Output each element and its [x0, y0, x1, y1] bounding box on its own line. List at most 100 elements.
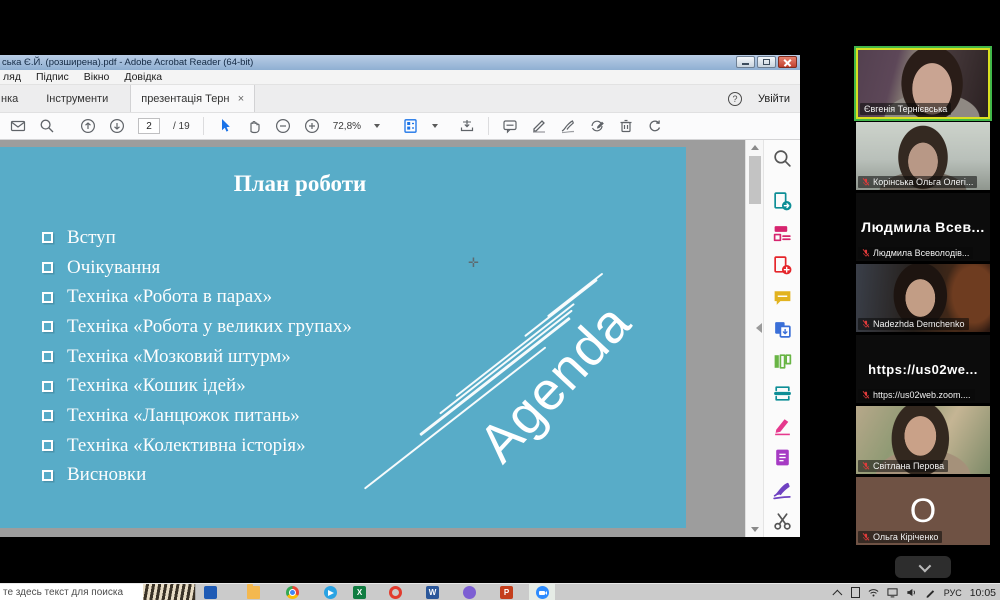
- wifi-icon[interactable]: [868, 587, 879, 598]
- word-icon[interactable]: W: [426, 586, 439, 599]
- scrollbar-thumb[interactable]: [749, 156, 761, 204]
- sign-in-button[interactable]: Увійти: [758, 93, 790, 105]
- meeting-screen: ська Є.Й. (розширена).pdf - Adobe Acroba…: [0, 0, 1000, 600]
- help-icon[interactable]: ?: [728, 92, 742, 106]
- list-item: Техніка «Колективна історія»: [42, 431, 352, 461]
- slide-bullet-list: Вступ Очікування Техніка «Робота в парах…: [42, 223, 352, 490]
- page-display-icon[interactable]: [403, 118, 419, 134]
- restore-button[interactable]: [757, 56, 776, 68]
- more-participants-button[interactable]: [895, 556, 951, 578]
- pen-icon[interactable]: [925, 587, 936, 598]
- zoom-dropdown-caret[interactable]: [374, 124, 380, 128]
- comment-icon[interactable]: [502, 118, 518, 134]
- page-number-input[interactable]: 2: [138, 118, 160, 134]
- export-pdf-icon[interactable]: [772, 191, 793, 212]
- refresh-icon[interactable]: [647, 118, 663, 134]
- participant-tile[interactable]: Людмила Всев... Людмила Всеволодів...: [856, 193, 990, 261]
- search-tools-icon[interactable]: [772, 148, 793, 169]
- square-bullet-icon: [42, 351, 53, 362]
- collapse-panel-icon[interactable]: [756, 323, 762, 333]
- close-button[interactable]: [778, 56, 797, 68]
- tab-home-partial[interactable]: нка: [0, 93, 24, 105]
- mic-muted-icon: [862, 319, 870, 329]
- stamp-icon[interactable]: [589, 118, 605, 134]
- email-icon[interactable]: [10, 118, 26, 134]
- next-page-icon[interactable]: [109, 118, 125, 134]
- search-highlight-image[interactable]: [143, 584, 196, 600]
- protect-icon[interactable]: [772, 447, 793, 468]
- page-display-caret[interactable]: [432, 124, 438, 128]
- list-item: Техніка «Робота в парах»: [42, 282, 352, 312]
- app-icon-blue[interactable]: [204, 586, 217, 599]
- comment-tool-icon[interactable]: [772, 287, 793, 308]
- mic-muted-icon: [862, 177, 870, 187]
- zoom-app-active[interactable]: [529, 584, 555, 600]
- list-item: Вступ: [42, 223, 352, 253]
- tab-tools[interactable]: Інструменти: [24, 93, 130, 105]
- menu-help[interactable]: Довідка: [124, 71, 162, 83]
- display-icon[interactable]: [887, 587, 898, 598]
- list-item: Висновки: [42, 461, 352, 491]
- viber-icon[interactable]: [463, 586, 476, 599]
- participant-tile-active-speaker[interactable]: Євгенія Тернієвська: [856, 48, 990, 119]
- tab-document[interactable]: презентація Терніє... ×: [130, 85, 255, 112]
- participant-tile[interactable]: Світлана Перова: [856, 406, 990, 474]
- participant-tile[interactable]: Nadezhda Demchenko: [856, 264, 990, 332]
- titlebar[interactable]: ська Є.Й. (розширена).pdf - Adobe Acroba…: [0, 55, 800, 70]
- zoom-in-icon[interactable]: [304, 118, 320, 134]
- save-download-icon[interactable]: [459, 118, 475, 134]
- participant-tile[interactable]: Корінська Ольга Олегі...: [856, 122, 990, 190]
- highlight-icon[interactable]: [531, 118, 547, 134]
- fill-sign-icon[interactable]: [772, 479, 793, 500]
- redact-icon[interactable]: [772, 415, 793, 436]
- menu-sign[interactable]: Підпис: [36, 71, 69, 83]
- powerpoint-icon[interactable]: P: [500, 586, 513, 599]
- tools-panel: [763, 140, 800, 537]
- previous-page-icon[interactable]: [80, 118, 96, 134]
- select-tool-icon[interactable]: [217, 118, 233, 134]
- zoom-out-icon[interactable]: [275, 118, 291, 134]
- scan-ocr-icon[interactable]: [772, 383, 793, 404]
- participant-name-label: Євгенія Тернієвська: [860, 103, 951, 115]
- scroll-down-icon[interactable]: [751, 527, 759, 532]
- menu-window[interactable]: Вікно: [84, 71, 110, 83]
- create-pdf-icon[interactable]: [772, 255, 793, 276]
- menu-view[interactable]: ляд: [3, 71, 21, 83]
- combine-files-icon[interactable]: [772, 319, 793, 340]
- participant-tile[interactable]: https://us02we... https://us02web.zoom..…: [856, 335, 990, 403]
- search-icon[interactable]: [39, 118, 55, 134]
- organize-pages-icon[interactable]: [772, 351, 793, 372]
- file-explorer-icon[interactable]: [247, 586, 260, 599]
- volume-icon[interactable]: [906, 587, 917, 598]
- tab-close-icon[interactable]: ×: [238, 93, 244, 105]
- zoom-level-value[interactable]: 72,8%: [333, 121, 361, 132]
- edit-pdf-icon[interactable]: [772, 223, 793, 244]
- taskbar-clock[interactable]: 10:05: [970, 587, 996, 599]
- participant-name-label: Nadezhda Demchenko: [858, 318, 969, 330]
- participant-name-label: Корінська Ольга Олегі...: [858, 176, 977, 188]
- page-total-label: / 19: [173, 121, 190, 132]
- hand-tool-icon[interactable]: [246, 118, 262, 134]
- excel-icon[interactable]: X: [353, 586, 366, 599]
- participants-panel: Євгенія Тернієвська Корінська Ольга Олег…: [856, 48, 990, 578]
- delete-icon[interactable]: [618, 118, 634, 134]
- square-bullet-icon: [42, 381, 53, 392]
- telegram-icon[interactable]: [324, 586, 337, 599]
- language-indicator[interactable]: РУС: [944, 588, 962, 598]
- battery-icon[interactable]: [851, 587, 860, 598]
- chrome-icon[interactable]: [286, 586, 299, 599]
- tray-expand-icon[interactable]: [832, 590, 842, 600]
- acrobat-window: ська Є.Й. (розширена).pdf - Adobe Acroba…: [0, 55, 800, 537]
- taskbar: те здесь текст для поиска X W P РУС 10:0…: [0, 583, 1000, 600]
- opera-icon[interactable]: [389, 586, 402, 599]
- more-tools-icon[interactable]: [772, 511, 793, 532]
- participant-tile[interactable]: O Ольга Кіріченко: [856, 477, 990, 545]
- zoom-app-icon: [536, 586, 549, 599]
- vertical-scrollbar[interactable]: [745, 140, 763, 537]
- list-item: Очікування: [42, 253, 352, 283]
- square-bullet-icon: [42, 470, 53, 481]
- taskbar-search-input[interactable]: те здесь текст для поиска: [0, 584, 196, 600]
- sign-icon[interactable]: [560, 118, 576, 134]
- minimize-button[interactable]: [736, 56, 755, 68]
- scroll-up-icon[interactable]: [751, 145, 759, 150]
